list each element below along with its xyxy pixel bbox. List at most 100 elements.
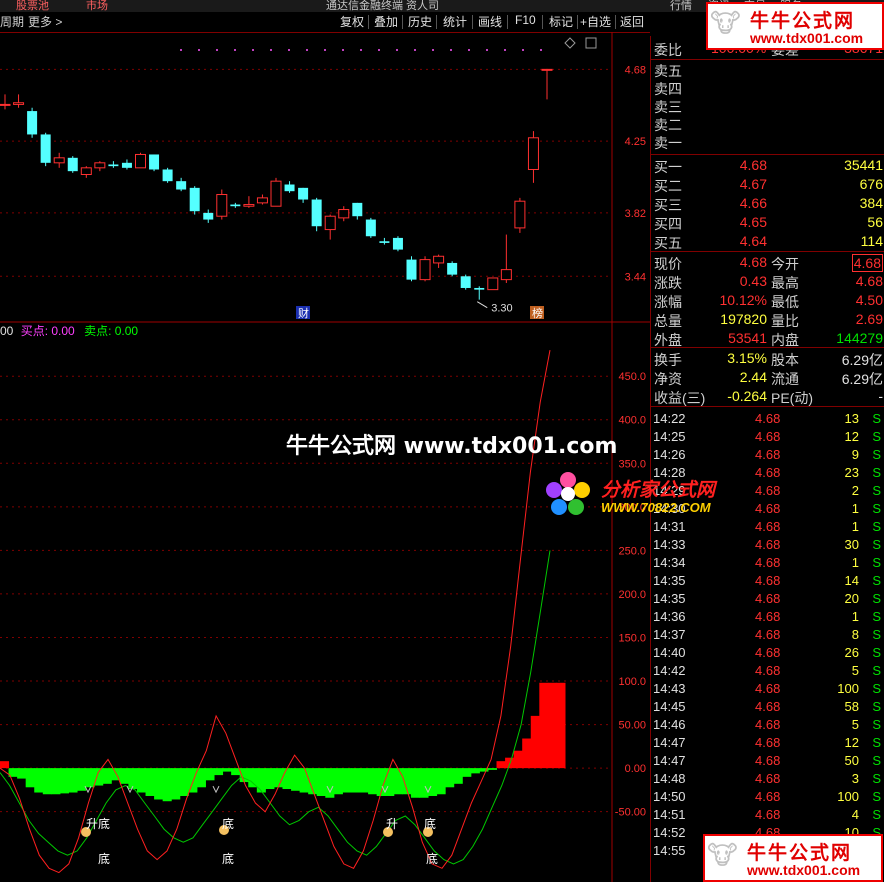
tick-time: 14:48 [653, 771, 686, 786]
sell-row-1: 卖一 [651, 133, 884, 151]
indicator-bar-down [42, 768, 52, 795]
candle-body-up [487, 277, 499, 291]
toolbar-draw-button[interactable]: 画线 [478, 13, 502, 30]
tick-volume: 5 [851, 663, 859, 678]
candle-body-up [256, 197, 268, 204]
toolbar-overlay-button[interactable]: 叠加 [374, 13, 398, 30]
buy-price: 4.67 [739, 176, 767, 192]
candle-body-down [203, 212, 214, 220]
indicator-bar-down [171, 768, 181, 800]
watermark-main: 牛牛公式网 www.tdx001.com [286, 434, 618, 459]
indicator-bar-down [350, 768, 361, 793]
chevron-right-icon: > [52, 15, 63, 29]
stat-label: 涨跌 [654, 275, 682, 291]
tick-row: 14:48 4.68 3 S [651, 771, 884, 789]
more-button[interactable]: 更多 > [28, 13, 62, 30]
buy-row: 买一 4.68 35441 [651, 157, 884, 175]
tick-time: 14:50 [653, 789, 686, 804]
candle-body-down [108, 164, 119, 167]
indicator-tick-label: 250.0 [618, 545, 646, 557]
top-marker-dot [432, 49, 434, 51]
tick-volume: 12 [844, 735, 859, 750]
tick-price: 4.68 [755, 411, 781, 426]
top-marker-dot [216, 49, 218, 51]
indicator-buy: 买点: 0.00 [20, 324, 75, 338]
buy-label: 买三 [654, 197, 682, 213]
stat-row: 总量 197820 量比 2.69 [651, 311, 884, 329]
cow-icon: 🐮 [710, 8, 741, 38]
watermark-fxj-url: WWW.70822.COM [601, 500, 711, 515]
quote-panel: 委比 100.00% 委差 38671 卖五 卖四 卖三 卖二 卖一 买一 4.… [650, 36, 884, 882]
stat-value: 0.43 [739, 273, 767, 289]
tick-row: 14:47 4.68 50 S [651, 753, 884, 771]
tick-volume: 4 [851, 807, 859, 822]
tick-side: S [872, 681, 881, 696]
tick-side: S [872, 789, 881, 804]
tick-price: 4.68 [755, 591, 781, 606]
menu-quotes[interactable]: 行情 [670, 0, 692, 13]
stat-label-2: 最高 [771, 275, 799, 291]
candle-body-down [149, 154, 160, 170]
candle-body-up [324, 215, 336, 231]
indicator-bar-down [51, 768, 61, 795]
top-marker-dot [324, 49, 326, 51]
stat-value-2: 6.29亿 [841, 371, 883, 387]
toolbar-mark-button[interactable]: 标记 [549, 13, 573, 30]
indicator-bar-down [136, 768, 147, 793]
tick-side: S [872, 717, 881, 732]
tick-price: 4.68 [755, 789, 781, 804]
buy-volume: 35441 [844, 157, 883, 173]
indicator-bar-down [291, 768, 301, 791]
tick-price: 4.68 [755, 627, 781, 642]
candle-body-down [392, 237, 403, 250]
toolbar-history-button[interactable]: 历史 [408, 13, 432, 30]
candle-body-down [40, 134, 51, 163]
indicator-bar-down [282, 768, 292, 790]
top-marker-dot [522, 49, 524, 51]
logo-url: www.tdx001.com [750, 30, 864, 46]
buy-label: 买四 [654, 216, 682, 232]
toolbar-back-button[interactable]: 返回 [620, 13, 644, 30]
tick-side: S [872, 465, 881, 480]
sell-label: 卖五 [654, 63, 682, 79]
tick-time: 14:35 [653, 573, 686, 588]
buy-price: 4.64 [739, 233, 767, 249]
tick-volume: 3 [851, 771, 859, 786]
tick-price: 4.68 [755, 681, 781, 696]
top-marker-dot [288, 49, 290, 51]
indicator-bar-up [530, 715, 540, 769]
tick-volume: 30 [844, 537, 859, 552]
indicator-bar-down [68, 768, 78, 793]
indicator-bar-down [410, 768, 420, 798]
buy-row: 买五 4.64 114 [651, 233, 884, 251]
chart-toolbar: 周期 更多 > 复权 叠加 历史 统计 画线 F10 标记 +自选 返回 [0, 12, 650, 33]
signal-sheng-di: 升底 [86, 816, 110, 831]
tick-time: 14:42 [653, 663, 686, 678]
indicator-bar-up [522, 738, 532, 769]
stat-value: 10.12% [719, 292, 767, 308]
weibi-label: 委比 [654, 42, 682, 58]
stat-value-2: 144279 [836, 330, 883, 346]
candle-body-down [406, 259, 417, 280]
indicator-bar-down [128, 768, 138, 790]
candle-body-down [162, 169, 173, 182]
toolbar-add-favorite-button[interactable]: +自选 [580, 13, 611, 30]
top-marker-dot [270, 49, 272, 51]
tick-volume: 14 [844, 573, 859, 588]
stat-label: 现价 [654, 256, 682, 272]
tick-time: 14:36 [653, 609, 686, 624]
indicator-tick-label: 150.0 [618, 632, 646, 644]
stat-label-2: PE(动) [771, 390, 813, 406]
indicator-bar-down [393, 768, 403, 795]
toolbar-fuquan-button[interactable]: 复权 [340, 13, 364, 30]
indicator-sell: 卖点: 0.00 [84, 324, 139, 338]
period-button[interactable]: 周期 [0, 13, 24, 30]
toolbar-stats-button[interactable]: 统计 [443, 13, 467, 30]
tick-side: S [872, 483, 881, 498]
toolbar-f10-button[interactable]: F10 [515, 13, 536, 27]
top-marker-dot [378, 49, 380, 51]
sell-label: 卖三 [654, 99, 682, 115]
signal-di: 底 [98, 851, 110, 866]
top-marker-dot [414, 49, 416, 51]
min-price-pointer [476, 301, 488, 309]
